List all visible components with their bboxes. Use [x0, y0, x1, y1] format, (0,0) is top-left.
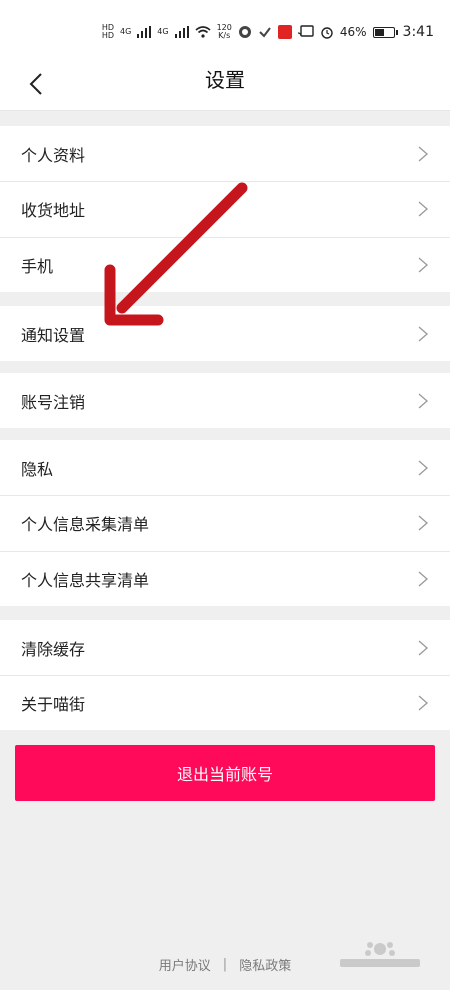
menu-item-info-sharing-list[interactable]: 个人信息共享清单	[0, 551, 450, 606]
settings-group-misc: 清除缓存 关于喵街	[0, 620, 450, 730]
menu-item-account-deletion[interactable]: 账号注销	[0, 373, 450, 428]
chevron-right-icon	[418, 257, 428, 272]
battery-percent: 46%	[339, 25, 367, 39]
menu-item-label: 手机	[21, 256, 54, 276]
settings-group-privacy: 隐私 个人信息采集清单 个人信息共享清单	[0, 440, 450, 606]
clock: 3:41	[402, 24, 434, 40]
signal-icon	[137, 26, 152, 38]
chevron-right-icon	[418, 571, 428, 586]
check-notification-icon	[259, 27, 271, 38]
status-icons: HD HD 4G 4G 120 K/s 46% 3:41	[102, 18, 434, 46]
menu-item-about[interactable]: 关于喵街	[0, 675, 450, 730]
menu-item-info-collection-list[interactable]: 个人信息采集清单	[0, 495, 450, 551]
page-title: 设置	[205, 68, 245, 92]
menu-item-profile[interactable]: 个人资料	[0, 126, 450, 181]
network-label-2: 4G	[157, 27, 169, 36]
settings-group-deactivate: 账号注销	[0, 373, 450, 428]
privacy-policy-link[interactable]: 隐私政策	[239, 955, 291, 974]
signal-icon	[174, 26, 189, 38]
wifi-icon	[195, 26, 211, 38]
hd-label-2: HD	[101, 31, 114, 40]
battery-icon	[372, 26, 398, 38]
alarm-icon	[321, 27, 333, 39]
menu-item-label: 个人信息采集清单	[21, 515, 150, 534]
status-bar: HD HD 4G 4G 120 K/s 46% 3:41	[0, 0, 450, 58]
chevron-right-icon	[418, 515, 428, 531]
chevron-right-icon	[418, 640, 428, 655]
watermark-logo	[340, 942, 420, 967]
menu-item-address[interactable]: 收货地址	[0, 181, 450, 237]
red-app-icon	[277, 25, 292, 39]
menu-item-label: 清除缓存	[21, 639, 86, 659]
footer-separator: |	[222, 956, 228, 972]
settings-group-account: 个人资料 收货地址 手机	[0, 126, 450, 292]
menu-item-label: 账号注销	[21, 392, 86, 412]
speed-unit: K/s	[218, 31, 231, 40]
cast-icon	[297, 25, 314, 37]
menu-item-label: 关于喵街	[21, 694, 86, 714]
menu-item-notification-settings[interactable]: 通知设置	[0, 306, 450, 361]
chevron-right-icon	[418, 695, 428, 710]
menu-item-clear-cache[interactable]: 清除缓存	[0, 620, 450, 675]
menu-item-label: 隐私	[21, 459, 54, 479]
header-bar: 设置	[0, 58, 450, 111]
network-speed: 120 K/s	[217, 24, 232, 40]
menu-item-label: 个人信息共享清单	[21, 570, 150, 590]
menu-item-label: 个人资料	[21, 145, 86, 165]
chevron-right-icon	[418, 326, 428, 341]
menu-item-phone[interactable]: 手机	[0, 237, 450, 292]
chevron-right-icon	[418, 393, 428, 408]
menu-item-label: 通知设置	[21, 325, 86, 345]
settings-group-notifications: 通知设置	[0, 306, 450, 361]
chevron-right-icon	[418, 146, 428, 161]
menu-item-privacy[interactable]: 隐私	[0, 440, 450, 495]
app-notification-icon	[238, 26, 251, 38]
menu-item-label: 收货地址	[21, 201, 86, 220]
logout-button[interactable]: 退出当前账号	[15, 745, 435, 801]
network-label-1: 4G	[120, 27, 132, 36]
chevron-right-icon	[418, 460, 428, 475]
user-agreement-link[interactable]: 用户协议	[159, 955, 211, 974]
hd-indicators: HD HD	[102, 24, 114, 40]
chevron-right-icon	[418, 201, 428, 217]
